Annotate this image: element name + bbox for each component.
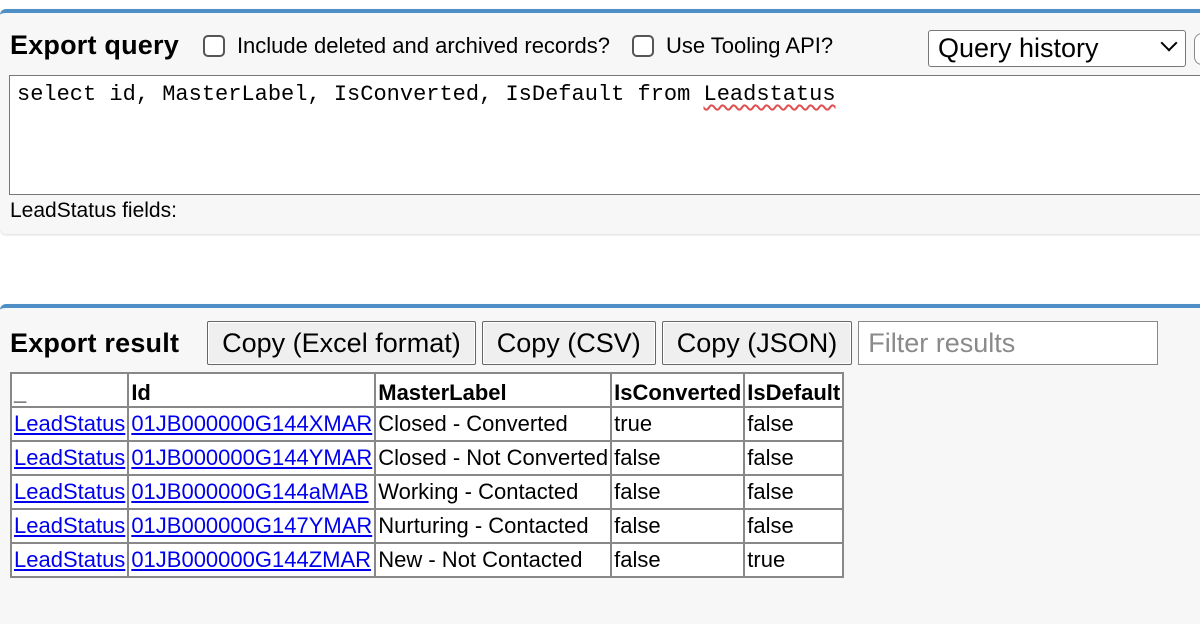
soql-query-textarea[interactable]: select id, MasterLabel, IsConverted, IsD… [9, 75, 1200, 195]
include-deleted-label[interactable]: Include deleted and archived records? [237, 33, 610, 59]
isdefault-cell: true [744, 543, 844, 577]
result-toolbar: Export result Copy (Excel format) Copy (… [10, 321, 1159, 365]
masterlabel-cell: Working - Contacted [375, 475, 612, 509]
id-cell: 01JB000000G144YMAR [128, 441, 376, 475]
type-cell: LeadStatus [11, 407, 129, 441]
record-id-link[interactable]: 01JB000000G144aMAB [131, 479, 368, 504]
isdefault-cell: false [744, 475, 844, 509]
record-id-link[interactable]: 01JB000000G144XMAR [131, 411, 372, 436]
column-header-isdefault: IsDefault [744, 373, 844, 407]
column-header-isconverted: IsConverted [611, 373, 745, 407]
record-id-link[interactable]: 01JB000000G147YMAR [131, 513, 372, 538]
column-header-masterlabel: MasterLabel [375, 373, 612, 407]
isconverted-cell: false [611, 543, 745, 577]
export-result-title: Export result [10, 327, 180, 358]
table-header-row: _ Id MasterLabel IsConverted IsDefault [11, 373, 844, 407]
masterlabel-cell: Nurturing - Contacted [375, 509, 612, 543]
table-row: LeadStatus 01JB000000G147YMAR Nurturing … [11, 509, 844, 543]
export-query-title: Export query [10, 30, 179, 60]
chevron-down-icon [1160, 34, 1178, 52]
use-tooling-checkbox[interactable] [631, 34, 654, 57]
column-header-id: Id [128, 373, 376, 407]
type-cell: LeadStatus [11, 475, 129, 509]
record-type-link[interactable]: LeadStatus [14, 513, 125, 538]
copy-excel-button[interactable]: Copy (Excel format) [207, 321, 476, 365]
table-row: LeadStatus 01JB000000G144YMAR Closed - N… [11, 441, 844, 475]
export-result-panel: Export result Copy (Excel format) Copy (… [0, 304, 1200, 624]
object-fields-label: LeadStatus fields: [10, 199, 177, 222]
isconverted-cell: false [611, 475, 745, 509]
query-history-value: Query history [938, 33, 1099, 63]
isdefault-cell: false [744, 407, 844, 441]
isconverted-cell: false [611, 441, 745, 475]
use-tooling-label[interactable]: Use Tooling API? [666, 33, 833, 59]
filter-results-input[interactable]: Filter results [858, 321, 1159, 365]
query-history-select[interactable]: Query history [928, 30, 1186, 67]
record-id-link[interactable]: 01JB000000G144ZMAR [131, 547, 371, 572]
type-cell: LeadStatus [11, 543, 129, 577]
table-row: LeadStatus 01JB000000G144aMAB Working - … [11, 475, 844, 509]
isconverted-cell: false [611, 509, 745, 543]
type-cell: LeadStatus [11, 509, 129, 543]
record-type-link[interactable]: LeadStatus [14, 445, 125, 470]
masterlabel-cell: Closed - Converted [375, 407, 612, 441]
id-cell: 01JB000000G147YMAR [128, 509, 376, 543]
id-cell: 01JB000000G144XMAR [128, 407, 376, 441]
export-query-panel: Export query Include deleted and archive… [0, 9, 1200, 234]
isdefault-cell: false [744, 509, 844, 543]
masterlabel-cell: New - Not Contacted [375, 543, 612, 577]
query-toolbar: Export query Include deleted and archive… [10, 30, 833, 61]
record-id-link[interactable]: 01JB000000G144YMAR [131, 445, 372, 470]
table-row: LeadStatus 01JB000000G144XMAR Closed - C… [11, 407, 844, 441]
isconverted-cell: true [611, 407, 745, 441]
results-table: _ Id MasterLabel IsConverted IsDefault L… [10, 372, 845, 578]
column-header-type: _ [11, 373, 129, 407]
copy-csv-button[interactable]: Copy (CSV) [481, 321, 656, 365]
include-deleted-checkbox[interactable] [202, 34, 225, 57]
masterlabel-cell: Closed - Not Converted [375, 441, 612, 475]
record-type-link[interactable]: LeadStatus [14, 479, 125, 504]
isdefault-cell: false [744, 441, 844, 475]
table-row: LeadStatus 01JB000000G144ZMAR New - Not … [11, 543, 844, 577]
soql-object-name: Leadstatus [703, 82, 836, 107]
soql-query-text: select id, MasterLabel, IsConverted, IsD… [17, 82, 704, 107]
copy-json-button[interactable]: Copy (JSON) [661, 321, 853, 365]
type-cell: LeadStatus [11, 441, 129, 475]
saved-queries-select[interactable] [1194, 33, 1200, 65]
record-type-link[interactable]: LeadStatus [14, 411, 125, 436]
id-cell: 01JB000000G144ZMAR [128, 543, 376, 577]
id-cell: 01JB000000G144aMAB [128, 475, 376, 509]
record-type-link[interactable]: LeadStatus [14, 547, 125, 572]
